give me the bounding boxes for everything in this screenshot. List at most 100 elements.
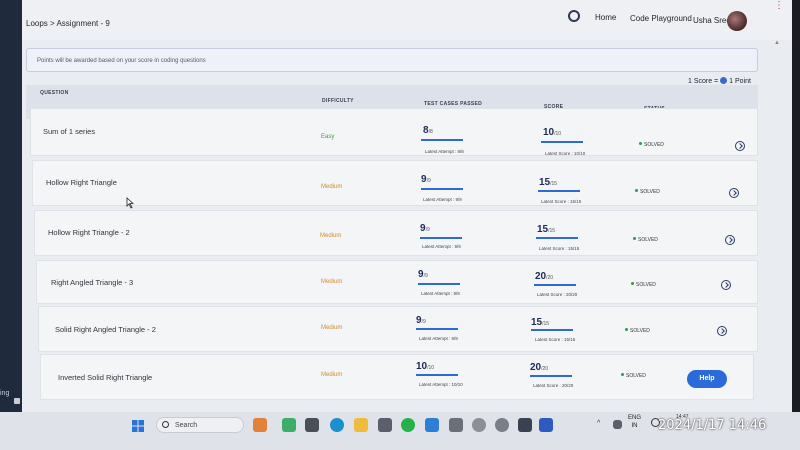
language-line1: ENG: [628, 415, 642, 421]
score-value: 20/20: [535, 271, 554, 282]
help-button[interactable]: Help: [687, 370, 727, 388]
latest-attempt: Latest Attempt : 9/9: [423, 197, 462, 202]
score-value: 15/15: [537, 224, 556, 235]
latest-attempt: Latest Attempt : 8/8: [425, 149, 464, 154]
whatsapp-icon[interactable]: [401, 418, 415, 432]
language-line2: IN: [631, 423, 638, 429]
user-name[interactable]: Usha Sree: [693, 16, 731, 25]
photo-timestamp: 2024/1/17 14:46: [658, 418, 767, 433]
search-icon: [162, 421, 169, 428]
widgets-icon[interactable]: [253, 418, 267, 432]
nav-code-playground-link[interactable]: Code Playground: [630, 14, 692, 23]
table-row[interactable]: Sum of 1 series Easy 8/8 Latest Attempt …: [30, 108, 758, 156]
solved-dot-icon: [625, 328, 628, 331]
app-window: Loops > Assignment - 9 Home Code Playgro…: [22, 0, 792, 412]
question-title[interactable]: Hollow Right Triangle - 2: [48, 228, 130, 237]
score-bar: [538, 190, 580, 192]
mouse-cursor-icon: [126, 197, 134, 209]
score-conversion: 1 Score = 1 Point: [688, 77, 751, 85]
question-title[interactable]: Inverted Solid Right Triangle: [58, 373, 152, 382]
latest-attempt: Latest Attempt : 10/10: [419, 382, 463, 387]
table-row[interactable]: Right Angled Triangle - 3 Medium 9/9 Lat…: [36, 260, 758, 304]
difficulty-label: Medium: [321, 325, 343, 331]
solved-dot-icon: [639, 142, 642, 145]
latest-score: Latest Score : 15/15: [541, 199, 582, 204]
status-badge: SOLVED: [625, 328, 650, 334]
test-cases-bar: [416, 374, 458, 376]
top-bar: Loops > Assignment - 9 Home Code Playgro…: [22, 0, 792, 40]
solved-dot-icon: [631, 282, 634, 285]
breadcrumb[interactable]: Loops > Assignment - 9: [26, 19, 110, 28]
score-bar: [536, 237, 578, 239]
status-badge: SOLVED: [621, 373, 646, 379]
status-badge: SOLVED: [633, 237, 658, 243]
open-question-icon[interactable]: [717, 326, 727, 336]
open-question-icon[interactable]: [721, 280, 731, 290]
task-view-icon[interactable]: [305, 418, 319, 432]
status-badge: SOLVED: [635, 189, 660, 195]
solved-dot-icon: [621, 373, 624, 376]
vscode-icon[interactable]: [425, 418, 439, 432]
left-sidebar-edge: [0, 0, 22, 412]
test-cases-value: 9/9: [421, 174, 431, 185]
test-cases-bar: [421, 188, 463, 190]
monitor-icon[interactable]: [518, 418, 532, 432]
table-row[interactable]: Hollow Right Triangle Medium 9/9 Latest …: [32, 160, 758, 206]
mail-icon[interactable]: [449, 418, 463, 432]
latest-attempt: Latest Attempt : 9/9: [421, 291, 460, 296]
test-cases-bar: [416, 328, 458, 330]
scroll-up-icon[interactable]: ▲: [774, 40, 782, 48]
test-cases-bar: [420, 237, 462, 239]
nav-home-link[interactable]: Home: [595, 13, 616, 22]
question-title[interactable]: Hollow Right Triangle: [46, 178, 117, 187]
table-row[interactable]: Solid Right Angled Triangle - 2 Medium 9…: [38, 306, 758, 352]
table-row[interactable]: Inverted Solid Right Triangle Medium 10/…: [40, 354, 754, 400]
chat-icon[interactable]: [282, 418, 296, 432]
screen: ing Loops > Assignment - 9 Home Code Pla…: [0, 0, 800, 450]
difficulty-label: Medium: [321, 279, 343, 285]
header-question: QUESTION: [40, 90, 69, 96]
solved-dot-icon: [633, 237, 636, 240]
difficulty-label: Medium: [321, 372, 343, 378]
word-icon[interactable]: [539, 418, 553, 432]
question-title[interactable]: Right Angled Triangle - 3: [51, 278, 133, 287]
chevron-up-icon[interactable]: ^: [597, 420, 605, 428]
score-bar: [534, 284, 576, 286]
open-question-icon[interactable]: [729, 188, 739, 198]
latest-score: Latest Score : 15/15: [539, 246, 580, 251]
solved-dot-icon: [635, 189, 638, 192]
open-question-icon[interactable]: [735, 141, 745, 151]
settings-gear-icon[interactable]: [495, 418, 509, 432]
coin-icon: [720, 77, 728, 84]
store-icon[interactable]: [378, 418, 392, 432]
table-row[interactable]: Hollow Right Triangle - 2 Medium 9/9 Lat…: [34, 210, 758, 256]
score-value: 20/20: [530, 362, 549, 373]
windows-start-icon[interactable]: [132, 419, 144, 432]
test-cases-bar: [421, 139, 463, 141]
latest-attempt: Latest Attempt : 9/9: [422, 244, 461, 249]
edge-browser-icon[interactable]: [330, 418, 344, 432]
open-question-icon[interactable]: [725, 235, 735, 245]
difficulty-label: Medium: [321, 184, 343, 190]
difficulty-label: Easy: [321, 134, 335, 140]
score-value: 15/15: [531, 317, 550, 328]
points-notice-text: Points will be awarded based on your sco…: [37, 58, 206, 64]
avatar[interactable]: [727, 11, 747, 31]
status-badge: SOLVED: [639, 142, 664, 148]
latest-attempt: Latest Attempt : 9/9: [419, 336, 458, 341]
more-options-icon[interactable]: ⋮: [774, 0, 784, 11]
latest-score: Latest Score : 20/20: [537, 292, 578, 297]
tray-icon[interactable]: [613, 420, 622, 429]
lock-icon: [14, 398, 20, 404]
taskbar-search[interactable]: Search: [156, 417, 244, 433]
file-explorer-icon[interactable]: [354, 418, 368, 432]
logo-icon[interactable]: [568, 10, 580, 22]
test-cases-bar: [418, 283, 460, 285]
question-title[interactable]: Sum of 1 series: [43, 127, 95, 136]
test-cases-value: 9/9: [418, 269, 428, 280]
python-icon[interactable]: [472, 418, 486, 432]
points-notice: Points will be awarded based on your sco…: [26, 48, 758, 72]
search-placeholder: Search: [175, 422, 198, 429]
language-indicator[interactable]: ENG IN: [628, 414, 641, 430]
question-title[interactable]: Solid Right Angled Triangle - 2: [55, 325, 156, 334]
